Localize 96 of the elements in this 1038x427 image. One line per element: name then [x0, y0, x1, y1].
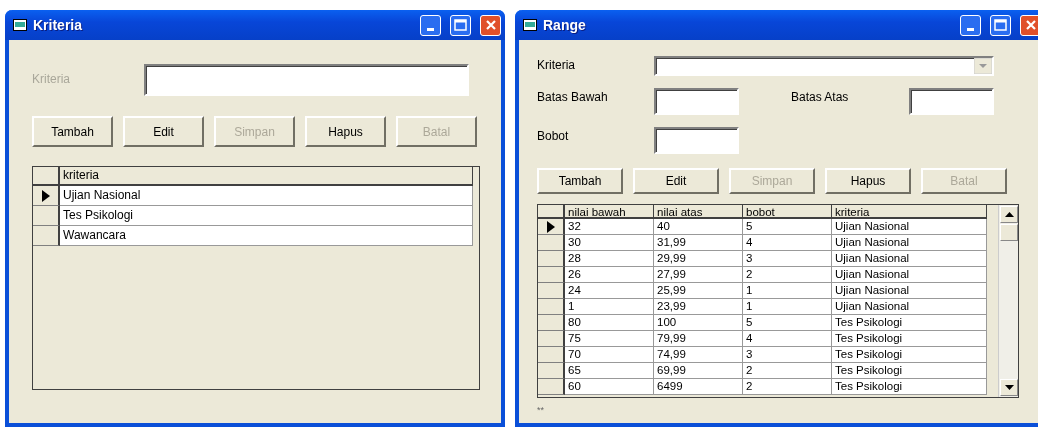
- table-cell: 6499: [654, 379, 743, 395]
- table-cell: 74,99: [654, 347, 743, 363]
- table-cell: 65: [565, 363, 654, 379]
- scroll-thumb[interactable]: [1000, 224, 1018, 241]
- minimize-button[interactable]: [960, 14, 981, 36]
- scroll-down-button[interactable]: [1000, 379, 1018, 396]
- table-cell: 25,99: [654, 283, 743, 299]
- table-cell: 5: [743, 219, 832, 235]
- table-cell: 4: [743, 235, 832, 251]
- window-title: Range: [543, 15, 586, 35]
- table-cell: 29,99: [654, 251, 743, 267]
- table-cell: 80: [565, 315, 654, 331]
- action-button[interactable]: Tambah: [32, 116, 113, 147]
- maximize-button[interactable]: [990, 14, 1011, 36]
- table-cell: 26: [565, 267, 654, 283]
- table-cell: 27,99: [654, 267, 743, 283]
- input-field[interactable]: [909, 88, 994, 115]
- table-cell: 60: [565, 379, 654, 395]
- down-arrow-icon: [1004, 385, 1014, 390]
- dropdown-field[interactable]: [654, 56, 994, 76]
- action-button[interactable]: Edit: [123, 116, 204, 147]
- maximize-icon: [994, 19, 1007, 31]
- table-cell: Ujian Nasional: [832, 267, 987, 283]
- action-button[interactable]: Edit: [633, 168, 719, 194]
- status-text: **: [537, 404, 545, 417]
- field-label: Kriteria: [32, 71, 71, 88]
- scrollbar[interactable]: [998, 205, 1018, 397]
- up-arrow-icon: [1004, 212, 1014, 217]
- table-cell: Tes Psikologi: [60, 206, 473, 226]
- table-cell: Tes Psikologi: [832, 363, 987, 379]
- table-cell: Ujian Nasional: [832, 299, 987, 315]
- table-cell: 23,99: [654, 299, 743, 315]
- field-label: Kriteria: [537, 57, 576, 74]
- table-cell: Ujian Nasional: [60, 186, 473, 206]
- maximize-icon: [454, 19, 467, 31]
- table-cell: 70: [565, 347, 654, 363]
- action-button[interactable]: Hapus: [305, 116, 386, 147]
- field-label: Bobot: [537, 128, 570, 145]
- table-cell: Ujian Nasional: [832, 219, 987, 235]
- minimize-button[interactable]: [420, 14, 441, 36]
- table-cell: Ujian Nasional: [832, 235, 987, 251]
- scroll-up-button[interactable]: [1000, 206, 1018, 223]
- table-cell: 1: [565, 299, 654, 315]
- table-cell: 28: [565, 251, 654, 267]
- window-icon: [13, 19, 27, 31]
- minimize-icon: [967, 27, 974, 31]
- data-grid[interactable]: [537, 204, 1019, 398]
- table-cell: Ujian Nasional: [832, 251, 987, 267]
- table-cell: 79,99: [654, 331, 743, 347]
- column-header[interactable]: kriteria: [60, 167, 473, 186]
- table-cell: Tes Psikologi: [832, 347, 987, 363]
- table-cell: 3: [743, 251, 832, 267]
- column-header[interactable]: kriteria: [832, 205, 987, 219]
- close-icon: [484, 19, 497, 31]
- row-pointer-icon: [41, 189, 50, 202]
- action-button[interactable]: Tambah: [537, 168, 623, 194]
- table-cell: 2: [743, 267, 832, 283]
- table-cell: 5: [743, 315, 832, 331]
- table-cell: 40: [654, 219, 743, 235]
- table-cell: 100: [654, 315, 743, 331]
- data-grid[interactable]: kriteria Ujian Nasional Tes Psikologi Wawancara: [32, 166, 480, 390]
- table-cell: 30: [565, 235, 654, 251]
- minimize-icon: [427, 27, 434, 31]
- column-header[interactable]: nilai bawah: [565, 205, 654, 219]
- close-button[interactable]: [1020, 14, 1038, 36]
- table-cell: 69,99: [654, 363, 743, 379]
- close-icon: [1024, 19, 1037, 31]
- close-button[interactable]: [480, 14, 501, 36]
- table-cell: 75: [565, 331, 654, 347]
- table-cell: Wawancara: [60, 226, 473, 246]
- table-cell: 2: [743, 379, 832, 395]
- table-cell: Ujian Nasional: [832, 283, 987, 299]
- table-cell: 1: [743, 283, 832, 299]
- table-cell: Tes Psikologi: [832, 379, 987, 395]
- input-field[interactable]: [144, 64, 469, 96]
- dropdown-arrow-icon: [974, 58, 992, 74]
- maximize-button[interactable]: [450, 14, 471, 36]
- row-pointer-icon: [546, 220, 555, 233]
- table-cell: 32: [565, 219, 654, 235]
- table-cell: 24: [565, 283, 654, 299]
- table-cell: 2: [743, 363, 832, 379]
- field-label: Batas Bawah: [537, 89, 609, 106]
- field-label: Batas Atas: [791, 89, 850, 106]
- action-button[interactable]: Hapus: [825, 168, 911, 194]
- column-header[interactable]: nilai atas: [654, 205, 743, 219]
- table-cell: Tes Psikologi: [832, 315, 987, 331]
- table-cell: 4: [743, 331, 832, 347]
- table-cell: 3: [743, 347, 832, 363]
- table-cell: 1: [743, 299, 832, 315]
- table-cell: Tes Psikologi: [832, 331, 987, 347]
- window-title: Kriteria: [33, 15, 83, 35]
- table-cell: 31,99: [654, 235, 743, 251]
- input-field[interactable]: [654, 88, 739, 115]
- input-field[interactable]: [654, 127, 739, 154]
- column-header[interactable]: bobot: [743, 205, 832, 219]
- window-icon: [523, 19, 537, 31]
